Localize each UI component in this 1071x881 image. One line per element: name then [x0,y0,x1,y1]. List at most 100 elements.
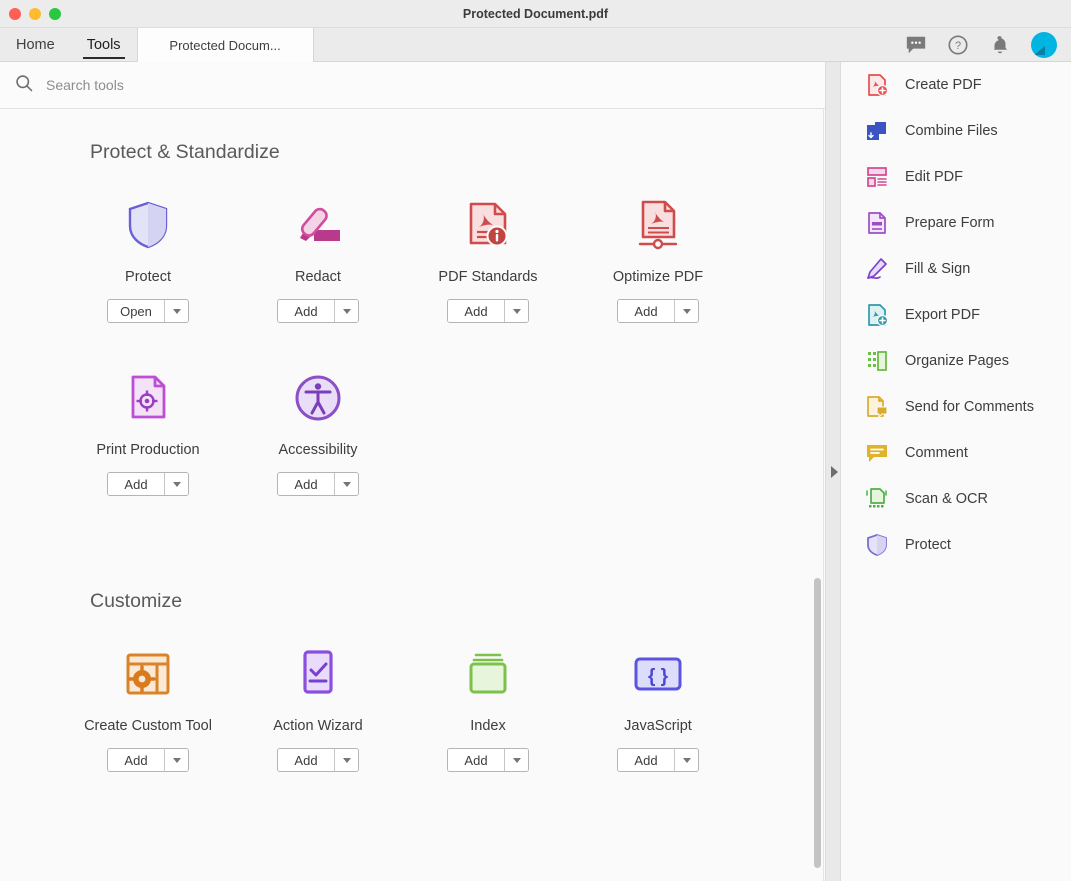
bell-icon[interactable] [989,34,1011,56]
tool-button-group: Add [107,472,189,496]
tool-label: Index [470,718,506,734]
sidebar-item-edit-pdf[interactable]: Edit PDF [841,154,1071,200]
tool-action-wizard[interactable]: Action Wizard Add [233,645,403,772]
tool-accessibility[interactable]: Accessibility Add [233,369,403,496]
tool-dropdown-button[interactable] [164,749,188,771]
vertical-scrollbar[interactable] [814,578,821,868]
sidebar-item-organize-pages[interactable]: Organize Pages [841,338,1071,384]
tool-dropdown-button[interactable] [504,300,528,322]
tool-protect[interactable]: Protect Open [63,196,233,323]
title-bar: Protected Document.pdf [0,0,1071,28]
chevron-down-icon [342,308,351,314]
action-wizard-icon [289,645,347,703]
search-icon [14,73,34,98]
tool-action-button[interactable]: Add [278,300,334,322]
comment-icon[interactable] [905,34,927,56]
tool-button-group: Add [107,748,189,772]
avatar[interactable] [1031,31,1057,58]
protect-shield-icon [865,533,889,557]
sidebar-item-protect[interactable]: Protect [841,522,1071,568]
section-title-customize: Customize [90,590,183,612]
expand-right-arrow-icon[interactable] [831,466,838,478]
tool-label: Redact [295,269,341,285]
chevron-down-icon [512,308,521,314]
tool-optimize-pdf[interactable]: Optimize PDF Add [573,196,743,323]
tool-index[interactable]: Index Add [403,645,573,772]
sidebar-item-label: Scan & OCR [905,491,988,507]
sidebar-item-combine-files[interactable]: Combine Files [841,108,1071,154]
tool-action-button[interactable]: Add [448,749,504,771]
tool-button-group: Add [617,299,699,323]
help-icon[interactable]: ? [947,34,969,56]
tool-action-button[interactable]: Add [278,749,334,771]
tool-button-group: Add [277,472,359,496]
tool-action-button[interactable]: Add [618,749,674,771]
tool-button-group: Add [277,748,359,772]
sidebar-item-label: Send for Comments [905,399,1034,415]
sidebar-item-comment[interactable]: Comment [841,430,1071,476]
tool-redact[interactable]: Redact Add [233,196,403,323]
chevron-down-icon [172,757,181,763]
maximize-button[interactable] [49,8,61,20]
minimize-button[interactable] [29,8,41,20]
sidebar-item-label: Protect [905,537,951,553]
tool-dropdown-button[interactable] [334,749,358,771]
sidebar-item-send-for-comments[interactable]: Send for Comments [841,384,1071,430]
tool-action-button[interactable]: Add [618,300,674,322]
tool-action-button[interactable]: Add [278,473,334,495]
tool-dropdown-button[interactable] [334,473,358,495]
tool-label: Create Custom Tool [84,718,212,734]
tool-dropdown-button[interactable] [504,749,528,771]
sidebar-item-label: Export PDF [905,307,980,323]
sidebar-item-create-pdf[interactable]: Create PDF [841,62,1071,108]
section-title-protect: Protect & Standardize [90,141,280,163]
combine-files-icon [865,119,889,143]
tool-print-production[interactable]: Print Production Add [63,369,233,496]
comment-icon [865,441,889,465]
sidebar-item-prepare-form[interactable]: Prepare Form [841,200,1071,246]
sidebar-item-fill-sign[interactable]: Fill & Sign [841,246,1071,292]
tool-javascript[interactable]: { } JavaScript Add [573,645,743,772]
tab-home[interactable]: Home [0,28,71,61]
close-button[interactable] [9,8,21,20]
svg-text:{ }: { } [648,666,669,687]
tool-button-group: Add [447,748,529,772]
tab-document[interactable]: Protected Docum... [136,28,314,62]
tab-bar-spacer [314,28,905,61]
sidebar-item-export-pdf[interactable]: Export PDF [841,292,1071,338]
tool-grid-protect: Protect Open Redact Add PDF Standards Ad… [63,196,743,496]
tool-action-button[interactable]: Add [108,749,164,771]
accessibility-icon [289,369,347,427]
tool-create-custom-tool[interactable]: Create Custom Tool Add [63,645,233,772]
sidebar-item-label: Create PDF [905,77,982,93]
sidebar-item-scan-ocr[interactable]: Scan & OCR [841,476,1071,522]
chevron-down-icon [682,308,691,314]
tool-dropdown-button[interactable] [164,300,188,322]
tab-bar: Home Tools Protected Docum... ? [0,28,1071,62]
scan-ocr-icon [865,487,889,511]
traffic-lights [9,8,61,20]
tool-button-group: Add [447,299,529,323]
tool-pdf-standards[interactable]: PDF Standards Add [403,196,573,323]
chevron-down-icon [682,757,691,763]
search-input[interactable] [46,77,446,93]
tool-dropdown-button[interactable] [674,300,698,322]
tool-action-button[interactable]: Add [448,300,504,322]
javascript-icon: { } [629,645,687,703]
tool-dropdown-button[interactable] [334,300,358,322]
tool-dropdown-button[interactable] [164,473,188,495]
organize-pages-icon [865,349,889,373]
custom-tool-icon [119,645,177,703]
tool-action-button[interactable]: Open [108,300,164,322]
tool-label: Accessibility [278,442,358,458]
panel-divider[interactable] [825,62,841,881]
tab-tools[interactable]: Tools [71,28,137,61]
pdf-info-icon [459,196,517,254]
tool-action-button[interactable]: Add [108,473,164,495]
tool-dropdown-button[interactable] [674,749,698,771]
tab-home-label: Home [16,36,55,53]
tool-label: Print Production [96,442,200,458]
print-target-icon [119,369,177,427]
sidebar-item-label: Combine Files [905,123,998,139]
chevron-down-icon [342,481,351,487]
